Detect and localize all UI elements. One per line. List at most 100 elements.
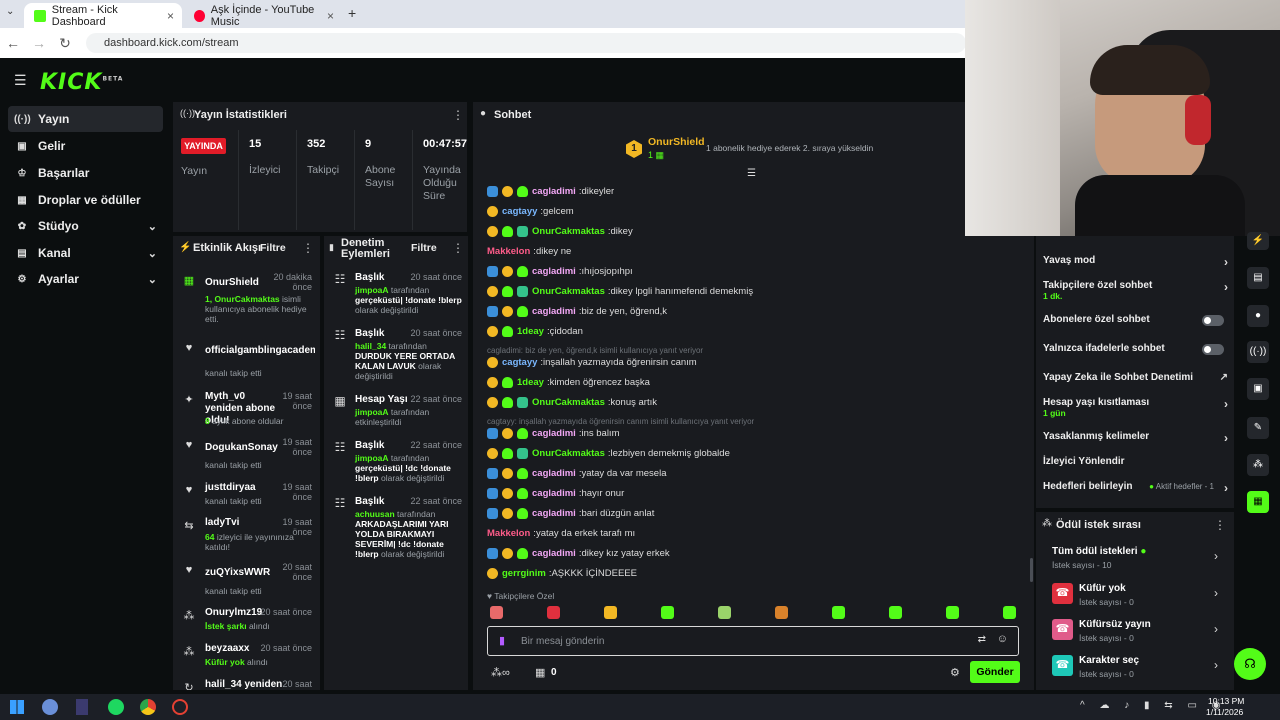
emote-icon[interactable] <box>889 606 902 619</box>
chat-username[interactable]: Makkelon <box>487 528 530 539</box>
stats-menu-icon[interactable]: ⋮ <box>452 108 464 122</box>
emote-icon[interactable] <box>547 606 560 619</box>
back-icon[interactable]: ← <box>0 35 26 51</box>
emote-icon[interactable] <box>604 606 617 619</box>
chat-username[interactable]: cagtayy <box>502 206 537 217</box>
chat-username[interactable]: cagladimi <box>532 186 576 197</box>
sidebar-item-droplar[interactable]: ▦ Droplar ve ödüller <box>8 187 163 213</box>
tab-kick-dashboard[interactable]: Stream - Kick Dashboard × <box>24 3 182 28</box>
chat-username[interactable]: OnurCakmaktas <box>532 448 605 459</box>
chat-username[interactable]: 1deay <box>517 377 544 388</box>
chat-input[interactable]: ▮ Bir mesaj gönderin ⇄ ☺ <box>487 626 1019 656</box>
reload-icon[interactable]: ↻ <box>52 35 78 52</box>
all-rewards-item[interactable]: Tüm ödül istekleri ● İstek sayısı - 10 › <box>1052 546 1222 576</box>
chat-username[interactable]: cagladimi <box>532 548 576 559</box>
taskbar-app-icon[interactable] <box>172 699 188 715</box>
chat-setting-row[interactable]: Hesap yaşı kısıtlaması 1 gün › <box>1043 397 1228 421</box>
emote-icon[interactable] <box>1003 606 1016 619</box>
quick-action-chat[interactable]: ● <box>1247 305 1269 327</box>
chat-setting-row[interactable]: Abonelere özel sohbet <box>1043 314 1228 328</box>
chat-setting-row[interactable]: Takipçilere özel sohbet 1 dk. › <box>1043 280 1228 304</box>
sidebar-item-kanal[interactable]: ▤ Kanal ⌄ <box>8 240 163 266</box>
reward-item[interactable]: ☎ Küfürsüz yayın İstek sayısı - 0 › <box>1052 619 1222 645</box>
chat-username[interactable]: OnurCakmaktas <box>532 226 605 237</box>
verified-badge-icon <box>502 225 513 237</box>
quick-action-clapper[interactable]: ▦ <box>1247 491 1269 513</box>
send-button[interactable]: Gönder <box>970 661 1020 683</box>
activity-menu-icon[interactable]: ⋮ <box>302 241 314 255</box>
chat-username[interactable]: cagtayy <box>502 357 537 368</box>
mic-icon[interactable]: ▮ <box>499 634 505 647</box>
kick-logo[interactable]: KICKBETA <box>40 70 123 95</box>
collapse-chat-icon[interactable]: ☰ <box>747 168 756 179</box>
reward-item[interactable]: ☎ Karakter seç İstek sayısı - 0 › <box>1052 655 1222 681</box>
quick-action-notes[interactable]: ▤ <box>1247 267 1269 289</box>
taskbar-app-icon[interactable] <box>42 699 58 715</box>
quick-action-broadcast[interactable]: ((·)) <box>1247 341 1269 363</box>
translate-icon[interactable]: ⇄ <box>978 634 986 645</box>
forward-icon[interactable]: → <box>26 35 52 51</box>
toggle-switch[interactable] <box>1202 344 1224 355</box>
reward-queue-menu-icon[interactable]: ⋮ <box>1214 518 1226 532</box>
sidebar-item-gelir[interactable]: ▣ Gelir <box>8 133 163 159</box>
pinned-user: OnurShield <box>648 136 705 148</box>
emote-icon[interactable] <box>775 606 788 619</box>
emote-icon[interactable] <box>718 606 731 619</box>
reward-item[interactable]: ☎ Küfür yok İstek sayısı - 0 › <box>1052 583 1222 609</box>
chat-username[interactable]: cagladimi <box>532 266 576 277</box>
windows-start-icon[interactable] <box>10 700 24 714</box>
emoji-icon[interactable]: ☺ <box>997 633 1008 645</box>
chat-username[interactable]: cagladimi <box>532 428 576 439</box>
chat-setting-row[interactable]: Hedefleri belirleyin ● Aktif hedefler - 1… <box>1043 481 1228 495</box>
tab-youtube-music[interactable]: Aşk İçinde - YouTube Music × <box>184 3 342 28</box>
chat-username[interactable]: 1deay <box>517 326 544 337</box>
chat-username[interactable]: cagladimi <box>532 306 576 317</box>
chat-setting-row[interactable]: Yasaklanmış kelimeler › <box>1043 431 1228 445</box>
gift-box-icon[interactable]: ▦ <box>535 666 545 679</box>
quick-action-lightning[interactable]: ⚡ <box>1247 232 1269 250</box>
chat-setting-row[interactable]: İzleyici Yönlendir <box>1043 456 1228 470</box>
chat-username[interactable]: cagladimi <box>532 468 576 479</box>
emote-icon[interactable] <box>832 606 845 619</box>
channel-icon: ▤ <box>17 247 27 259</box>
quick-action-layout[interactable]: ▣ <box>1247 378 1269 400</box>
close-tab-icon[interactable]: × <box>327 9 334 23</box>
moderation-filter-button[interactable]: Filtre <box>411 242 437 254</box>
chat-settings-icon[interactable]: ⚙ <box>950 666 960 679</box>
emote-icon[interactable] <box>661 606 674 619</box>
chat-username[interactable]: OnurCakmaktas <box>532 397 605 408</box>
taskbar-app-icon[interactable] <box>76 699 88 715</box>
verified-badge-icon <box>517 427 528 439</box>
menu-icon[interactable]: ☰ <box>14 72 27 89</box>
quick-action-rewards[interactable]: ⁂ <box>1247 454 1269 476</box>
chat-username[interactable]: cagladimi <box>532 488 576 499</box>
emote-icon[interactable] <box>946 606 959 619</box>
toggle-switch[interactable] <box>1202 315 1224 326</box>
support-button[interactable]: ☊ <box>1234 648 1266 680</box>
chat-scrollbar[interactable] <box>1030 558 1033 582</box>
chat-username[interactable]: Makkelon <box>487 246 530 257</box>
emote-icon[interactable] <box>490 606 503 619</box>
channel-points-icon[interactable]: ⁂∞ <box>491 666 510 679</box>
chat-setting-row[interactable]: Yapay Zeka ile Sohbet Denetimi ↗ <box>1043 372 1228 386</box>
close-tab-icon[interactable]: × <box>167 9 174 23</box>
sidebar-item-basarilar[interactable]: ♔ Başarılar <box>8 160 163 186</box>
chrome-icon[interactable] <box>140 699 156 715</box>
spotify-icon[interactable] <box>108 699 124 715</box>
chat-setting-row[interactable]: Yalnızca ifadelerle sohbet <box>1043 343 1228 357</box>
chat-username[interactable]: gerrginim <box>502 568 546 579</box>
tray-icons[interactable]: ^ ☁ ♪ ▮ ⇆ ▭ ◉ <box>1080 700 1226 711</box>
chat-setting-row[interactable]: Yavaş mod › <box>1043 255 1228 269</box>
tab-list-button[interactable]: ⌄ <box>6 6 14 17</box>
new-tab-button[interactable]: + <box>348 5 356 21</box>
chat-message: OnurCakmaktas: lezbiyen demekmiş globald… <box>487 445 1027 461</box>
sidebar-item-studyo[interactable]: ✿ Stüdyo ⌄ <box>8 213 163 239</box>
url-field[interactable]: dashboard.kick.com/stream <box>86 33 966 53</box>
activity-filter-button[interactable]: Filtre <box>260 242 286 254</box>
quick-action-wrench[interactable]: ✎ <box>1247 417 1269 439</box>
moderation-menu-icon[interactable]: ⋮ <box>452 241 464 255</box>
sidebar-item-ayarlar[interactable]: ⚙ Ayarlar ⌄ <box>8 266 163 292</box>
sidebar-item-yayin[interactable]: ((·)) Yayın <box>8 106 163 132</box>
chat-username[interactable]: OnurCakmaktas <box>532 286 605 297</box>
chat-username[interactable]: cagladimi <box>532 508 576 519</box>
